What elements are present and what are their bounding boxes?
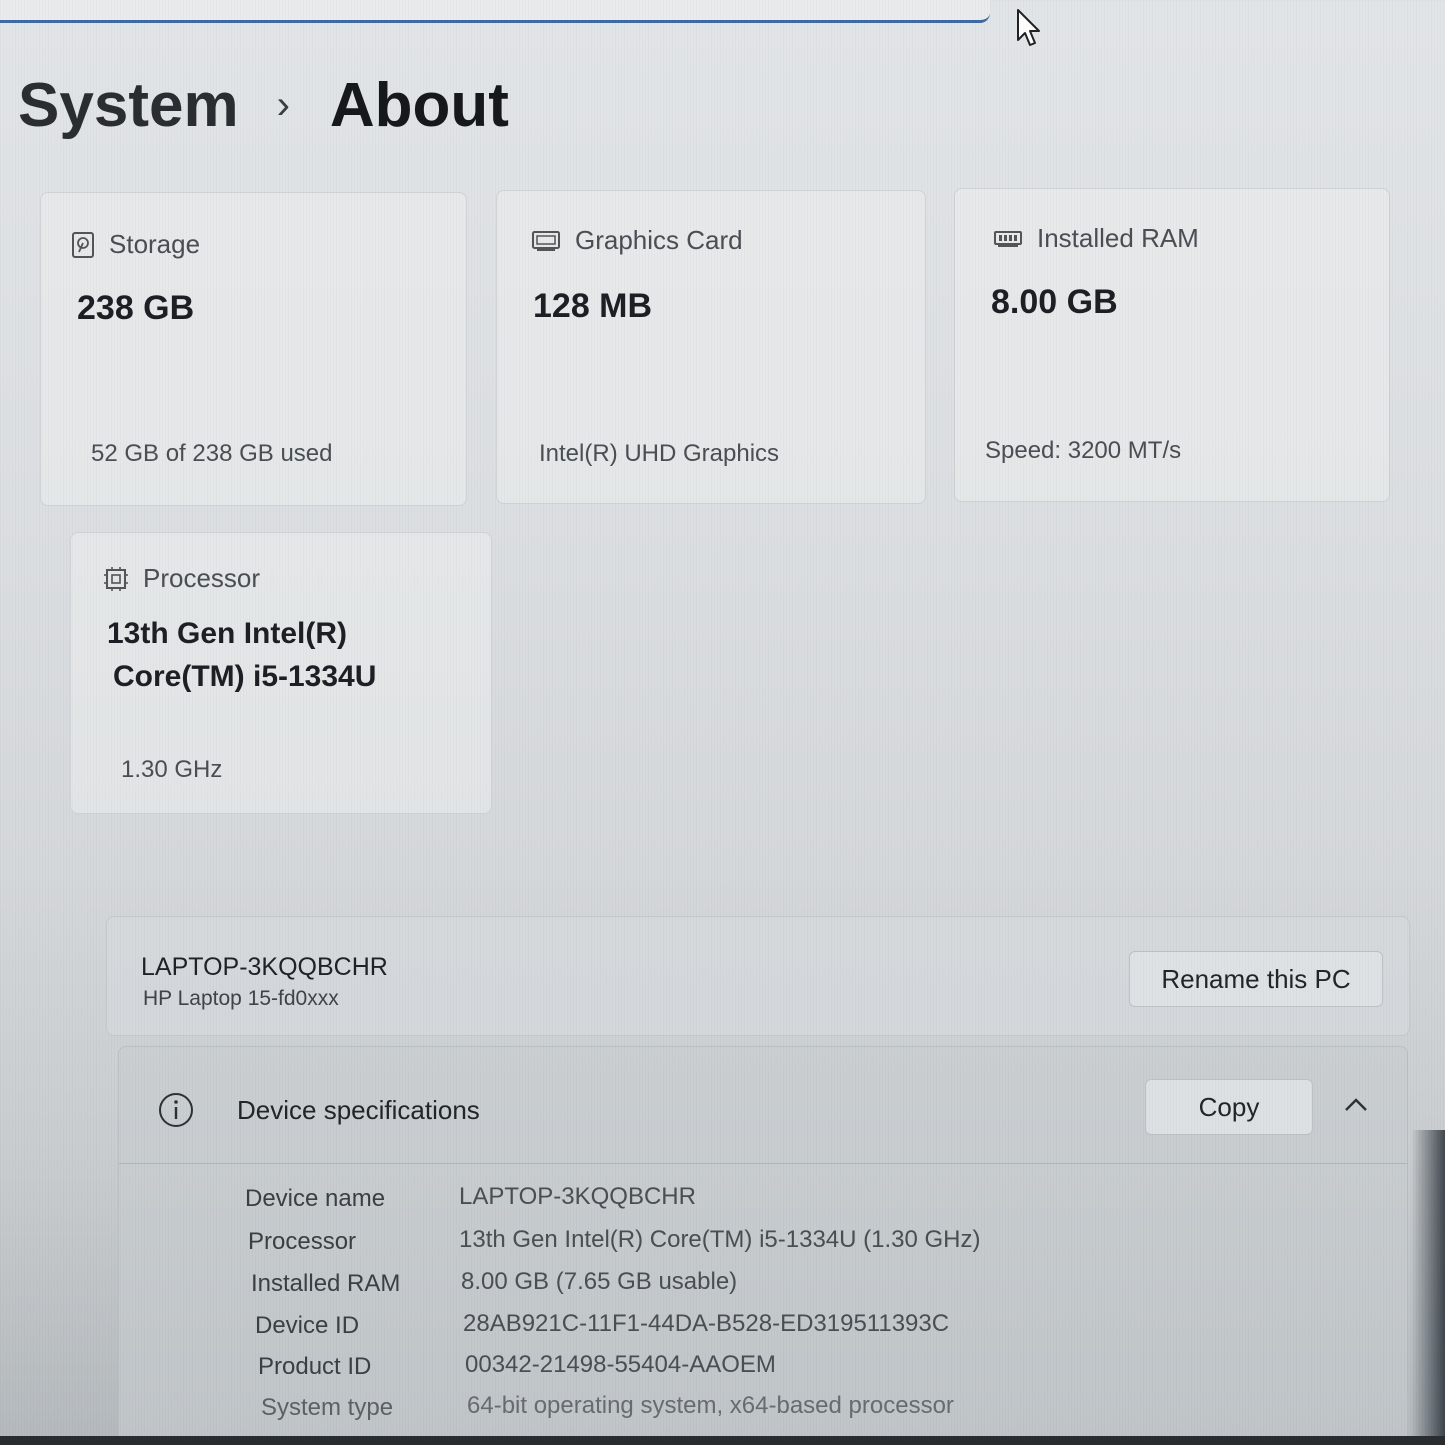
spec-value-device-name: LAPTOP-3KQQBCHR: [459, 1183, 696, 1210]
rename-pc-button[interactable]: Rename this PC: [1129, 951, 1383, 1007]
spec-value-product-id: 00342-21498-55404-AAOEM: [465, 1351, 776, 1378]
copy-button[interactable]: Copy: [1145, 1079, 1313, 1135]
hard-drive-icon: [72, 231, 94, 258]
info-icon: [159, 1093, 193, 1127]
storage-value: 238 GB: [77, 289, 195, 327]
ram-card: Installed RAM 8.00 GB Speed: 3200 MT/s: [954, 188, 1390, 502]
processor-detail: 1.30 GHz: [121, 756, 223, 783]
processor-title: Processor: [143, 563, 261, 593]
storage-card: Storage 238 GB 52 GB of 238 GB used: [40, 192, 467, 506]
device-specifications-section: Device specifications Copy Device name L…: [118, 1046, 1408, 1445]
storage-title: Storage: [109, 229, 201, 259]
spec-value-system-type: 64-bit operating system, x64-based proce…: [467, 1392, 954, 1419]
ram-title: Installed RAM: [1037, 223, 1199, 253]
spec-label-system-type: System type: [261, 1394, 394, 1421]
spec-label-installed-ram: Installed RAM: [251, 1270, 401, 1297]
device-specifications-title: Device specifications: [237, 1095, 480, 1125]
processor-value-line2: Core(TM) i5-1334U: [113, 660, 377, 693]
page-title: About: [329, 71, 509, 140]
pc-name: LAPTOP-3KQQBCHR: [141, 953, 388, 981]
graphics-value: 128 MB: [533, 287, 653, 325]
ram-value: 8.00 GB: [991, 283, 1118, 321]
spec-value-processor: 13th Gen Intel(R) Core(TM) i5-1334U (1.3…: [459, 1226, 981, 1253]
pc-name-section: LAPTOP-3KQQBCHR HP Laptop 15-fd0xxx Rena…: [106, 916, 1410, 1036]
screen-edge-shadow: [1411, 1130, 1445, 1445]
ram-detail: Speed: 3200 MT/s: [985, 437, 1182, 464]
processor-icon: [104, 566, 128, 591]
pc-model: HP Laptop 15-fd0xxx: [143, 987, 339, 1010]
graphics-card: Graphics Card 128 MB Intel(R) UHD Graphi…: [496, 190, 926, 504]
spec-label-device-name: Device name: [245, 1185, 386, 1212]
spec-label-device-id: Device ID: [255, 1312, 360, 1339]
spec-label-processor: Processor: [248, 1228, 357, 1255]
storage-detail: 52 GB of 238 GB used: [91, 440, 333, 467]
breadcrumb-system[interactable]: System: [18, 70, 239, 141]
breadcrumb: System › About: [18, 70, 509, 141]
chevron-right-icon: ›: [276, 83, 290, 127]
spec-value-installed-ram: 8.00 GB (7.65 GB usable): [461, 1268, 738, 1295]
chevron-up-icon[interactable]: [1341, 1095, 1371, 1115]
processor-value-line1: 13th Gen Intel(R): [107, 617, 348, 650]
processor-card: Processor 13th Gen Intel(R) Core(TM) i5-…: [70, 532, 492, 814]
graphics-title: Graphics Card: [575, 225, 743, 255]
search-bar-edge[interactable]: [0, 0, 990, 23]
spec-label-product-id: Product ID: [258, 1353, 372, 1380]
spec-value-device-id: 28AB921C-11F1-44DA-B528-ED319511393C: [463, 1310, 950, 1337]
ram-icon: [994, 230, 1022, 247]
screen-bezel: [0, 1436, 1445, 1445]
graphics-detail: Intel(R) UHD Graphics: [539, 440, 780, 467]
graphics-card-icon: [532, 230, 560, 251]
mouse-pointer-icon: [1017, 9, 1040, 46]
divider: [119, 1163, 1407, 1164]
